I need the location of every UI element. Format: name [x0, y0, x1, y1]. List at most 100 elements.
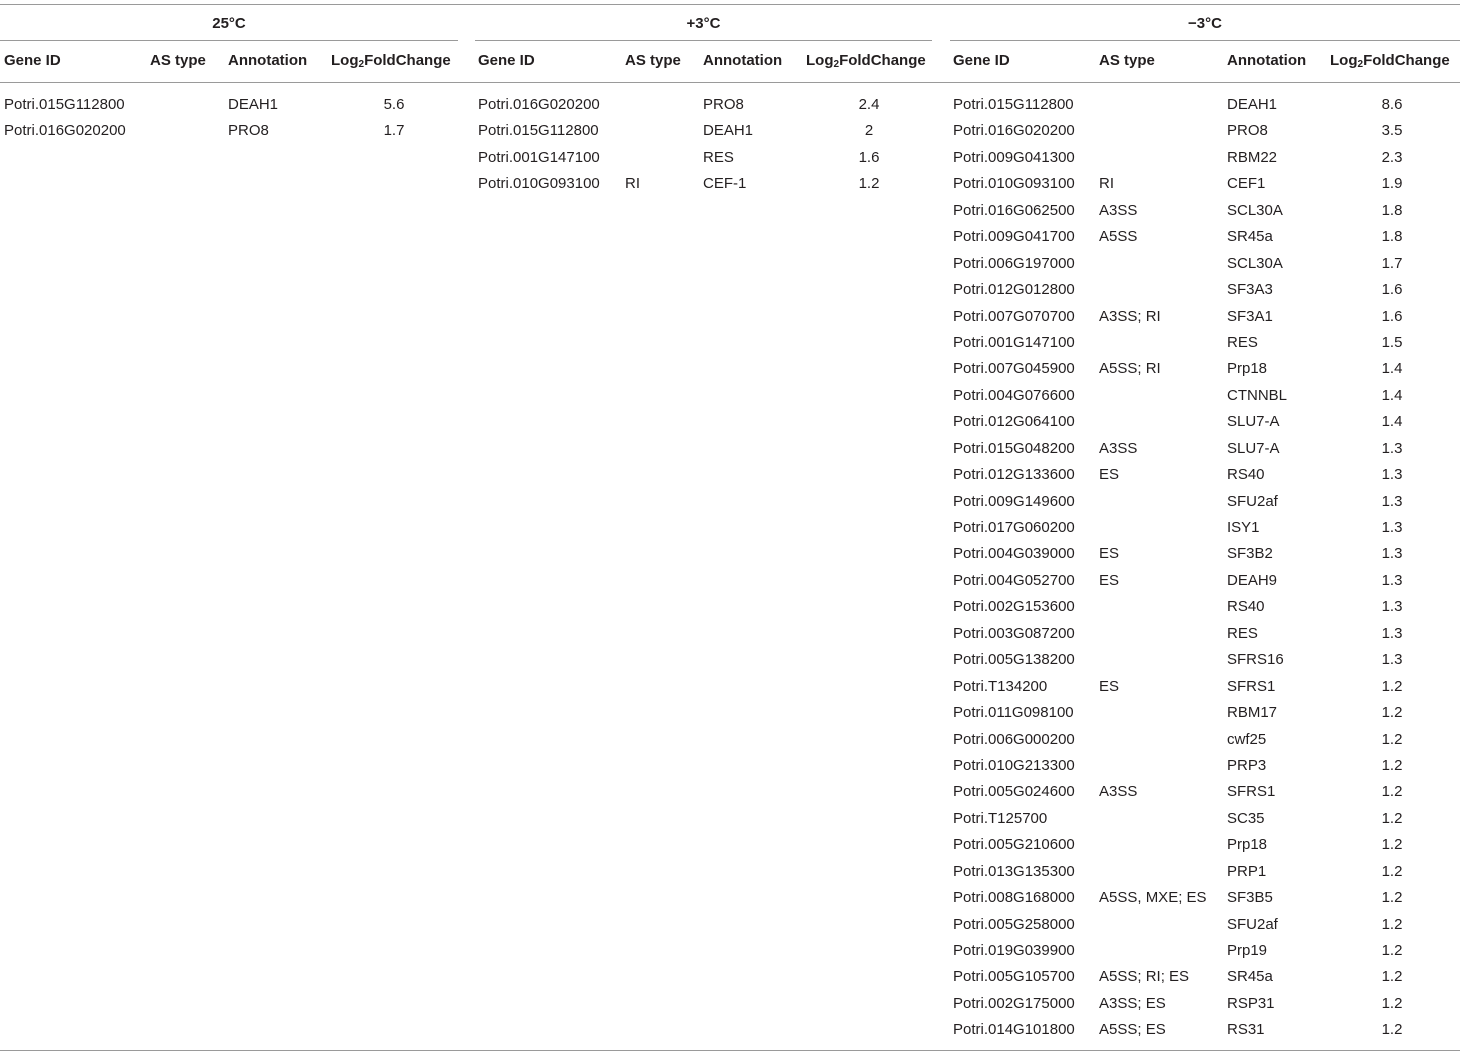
cell-gene-id: Potri.010G093100 — [478, 175, 600, 193]
cell-gene-id: Potri.001G147100 — [953, 333, 1075, 351]
cell-as-type — [1099, 624, 1207, 650]
cell-log2-fold-change: 3.5 — [1381, 122, 1403, 140]
cell-annotation: CTNNBL — [1227, 386, 1288, 404]
cell-as-type: A5SS; ES — [1099, 1021, 1166, 1039]
cell-annotation: DEAH1 — [1227, 96, 1278, 113]
cell-log2-fold-change: 1.7 — [383, 122, 405, 140]
cell-gene-id: Potri.012G012800 — [953, 281, 1075, 299]
header-log-prefix: Log — [331, 52, 359, 69]
cell-log2-fold-change: 1.6 — [1381, 281, 1403, 299]
cell-as-type: ES — [1099, 545, 1120, 563]
header-log2-fold-change: Log2FoldChange — [806, 52, 926, 70]
cell-annotation: ISY1 — [1227, 519, 1260, 536]
cell-as-type — [1099, 941, 1207, 967]
cell-annotation: PRP3 — [1227, 756, 1267, 774]
cell-log2-fold-change: 1.2 — [1381, 862, 1403, 880]
group-title: −3°C — [1188, 15, 1222, 32]
header-log2-fold-change: Log2FoldChange — [1330, 52, 1450, 70]
cell-gene-id: Potri.001G147100 — [478, 148, 600, 166]
header-gene-id: Gene ID — [478, 52, 535, 69]
cell-annotation: PRP1 — [1227, 862, 1267, 880]
cell-as-type: A3SS — [1099, 783, 1138, 801]
group-underline — [475, 40, 932, 41]
cell-log2-fold-change: 1.2 — [1381, 889, 1403, 907]
cell-gene-id: Potri.014G101800 — [953, 1021, 1075, 1039]
cell-as-type — [1099, 333, 1207, 359]
cell-gene-id: Potri.004G076600 — [953, 386, 1075, 404]
cell-annotation: SR45a — [1227, 228, 1273, 246]
cell-as-type — [1099, 254, 1207, 280]
cell-as-type: RI — [1099, 175, 1114, 193]
cell-annotation: SFU2af — [1227, 492, 1278, 510]
cell-annotation: SR45a — [1227, 968, 1273, 986]
header-as-type: AS type — [150, 52, 206, 69]
cell-log2-fold-change: 1.2 — [1381, 994, 1403, 1012]
cell-log2-fold-change: 1.6 — [858, 148, 880, 166]
cell-gene-id: Potri.016G020200 — [478, 96, 600, 113]
cell-annotation: cwf25 — [1227, 730, 1267, 748]
cell-as-type — [1099, 730, 1207, 756]
cell-annotation: PRO8 — [703, 96, 744, 113]
cell-log2-fold-change: 5.6 — [383, 96, 405, 113]
cell-as-type: A3SS; RI — [1099, 307, 1161, 325]
header-log-suffix: FoldChange — [364, 52, 451, 69]
cell-log2-fold-change: 1.2 — [1381, 677, 1403, 695]
cell-as-type — [1099, 835, 1207, 861]
cell-log2-fold-change: 1.2 — [1381, 783, 1403, 801]
cell-annotation: Prp19 — [1227, 942, 1268, 959]
cell-gene-id: Potri.015G112800 — [4, 96, 125, 113]
cell-gene-id: Potri.002G175000 — [953, 994, 1075, 1012]
cell-as-type — [1099, 492, 1207, 518]
cell-as-type: A3SS — [1099, 201, 1138, 219]
cell-gene-id: Potri.T134200 — [953, 677, 1048, 695]
cell-gene-id: Potri.003G087200 — [953, 624, 1075, 642]
cell-gene-id: Potri.004G039000 — [953, 545, 1075, 563]
cell-log2-fold-change: 1.3 — [1381, 545, 1403, 563]
cell-log2-fold-change: 1.2 — [1381, 1021, 1403, 1039]
cell-annotation: SCL30A — [1227, 254, 1283, 272]
cell-as-type — [1099, 121, 1207, 147]
cell-annotation: DEAH9 — [1227, 571, 1278, 589]
cell-log2-fold-change: 1.2 — [1381, 836, 1403, 854]
cell-annotation: SF3A1 — [1227, 307, 1273, 325]
cell-annotation: RBM17 — [1227, 704, 1278, 722]
cell-as-type — [1099, 650, 1207, 676]
cell-log2-fold-change: 2 — [864, 122, 874, 140]
cell-as-type — [1099, 703, 1207, 729]
cell-log2-fold-change: 1.2 — [1381, 942, 1403, 959]
column-log2-fold-change: 5.6 1.7 — [364, 95, 424, 148]
column-as-type: RI — [625, 95, 640, 201]
cell-log2-fold-change: 1.6 — [1381, 307, 1403, 325]
header-log-prefix: Log — [806, 52, 834, 69]
cell-gene-id: Potri.016G020200 — [4, 122, 126, 140]
cell-as-type — [1099, 280, 1207, 306]
cell-as-type: A5SS, MXE; ES — [1099, 889, 1207, 907]
cell-as-type — [625, 121, 640, 147]
cell-annotation: CEF-1 — [703, 175, 747, 193]
cell-annotation: RS31 — [1227, 1021, 1265, 1039]
cell-as-type: ES — [1099, 677, 1120, 695]
cell-log2-fold-change: 1.4 — [1381, 386, 1403, 404]
cell-gene-id: Potri.006G197000 — [953, 254, 1075, 272]
cell-gene-id: Potri.009G041300 — [953, 148, 1075, 166]
cell-annotation: SFRS1 — [1227, 783, 1276, 801]
cell-annotation: SCL30A — [1227, 201, 1283, 219]
cell-annotation: PRO8 — [228, 122, 269, 140]
cell-as-type — [1099, 756, 1207, 782]
cell-as-type — [1099, 862, 1207, 888]
cell-gene-id: Potri.012G133600 — [953, 466, 1075, 484]
cell-log2-fold-change: 2.3 — [1381, 148, 1403, 166]
cell-gene-id: Potri.016G020200 — [953, 122, 1075, 140]
cell-gene-id: Potri.005G024600 — [953, 783, 1075, 801]
cell-log2-fold-change: 1.2 — [1381, 704, 1403, 722]
header-as-type: AS type — [625, 52, 681, 69]
header-log-prefix: Log — [1330, 52, 1358, 69]
cell-annotation: DEAH1 — [228, 96, 279, 113]
cell-gene-id: Potri.012G064100 — [953, 413, 1075, 431]
cell-annotation: DEAH1 — [703, 122, 754, 140]
cell-gene-id: Potri.008G168000 — [953, 889, 1075, 907]
cell-log2-fold-change: 1.3 — [1381, 439, 1403, 457]
cell-gene-id: Potri.015G112800 — [953, 96, 1074, 113]
header-log-suffix: FoldChange — [1363, 52, 1450, 69]
cell-log2-fold-change: 1.3 — [1381, 492, 1403, 510]
